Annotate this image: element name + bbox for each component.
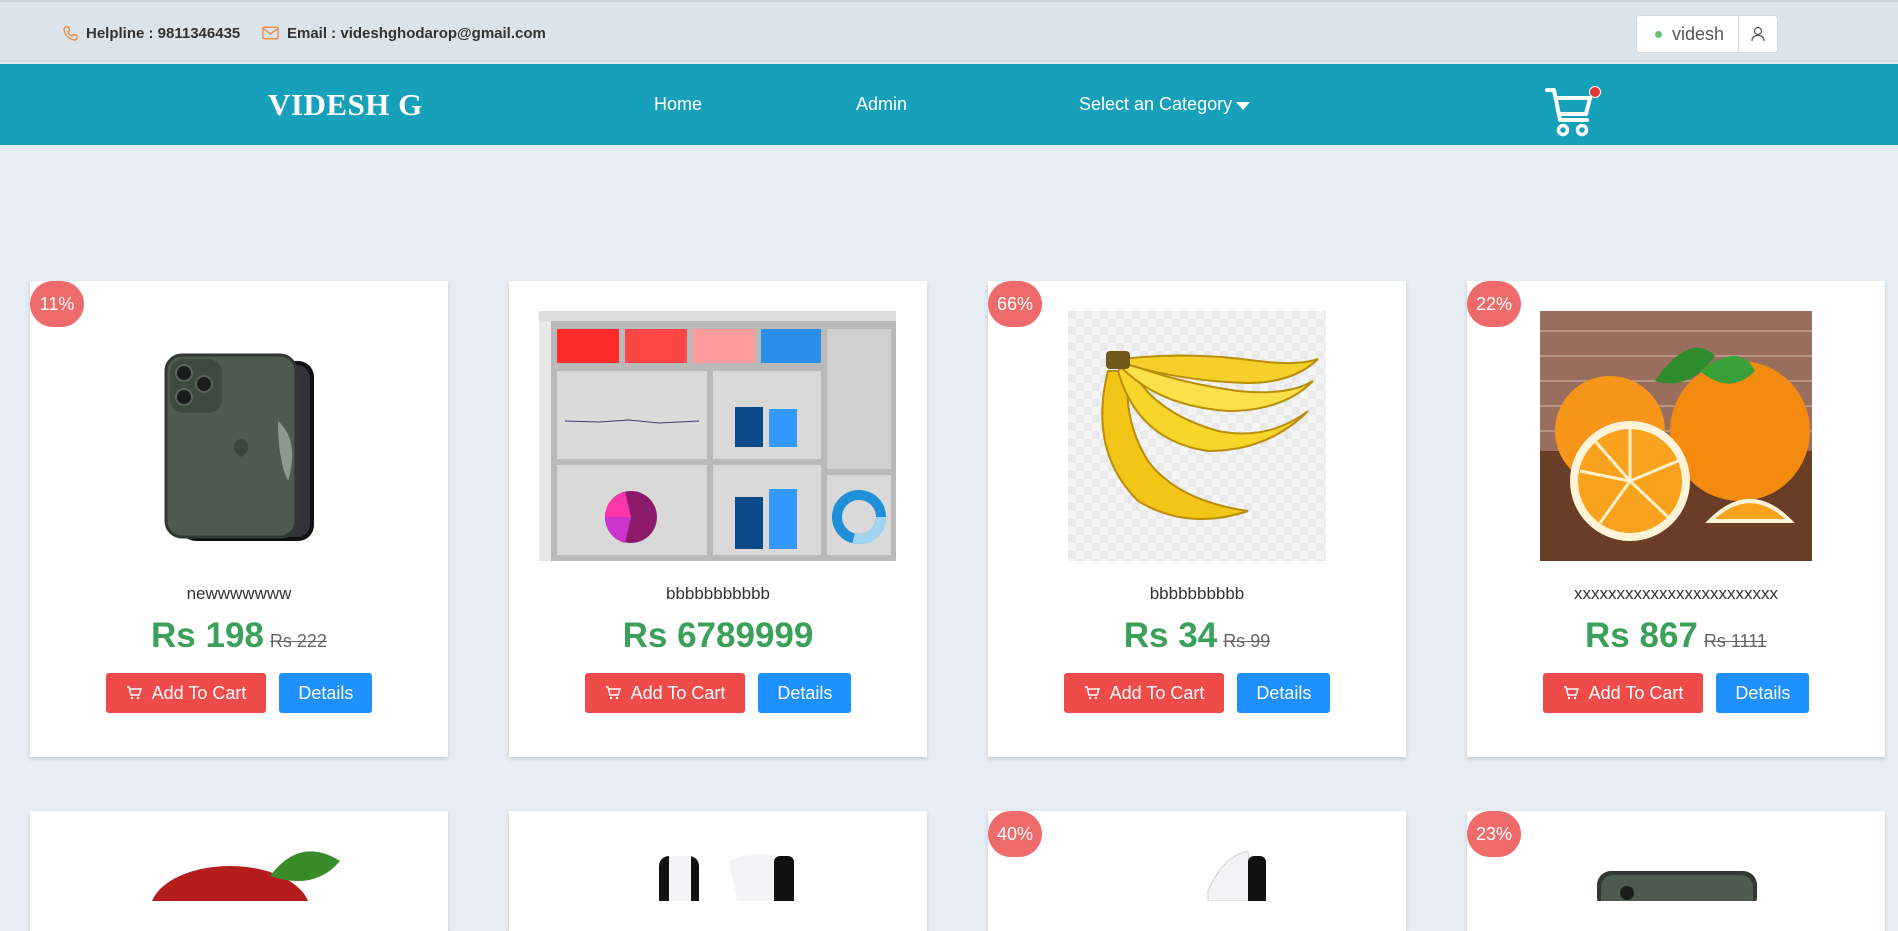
cart-button-icon bbox=[1084, 686, 1100, 700]
top-contact-bar: Helpline : 9811346435 Email : videshghod… bbox=[0, 0, 1898, 62]
product-image[interactable] bbox=[1540, 311, 1812, 561]
console-image[interactable] bbox=[649, 851, 819, 901]
product-price: Rs 198 Rs 222 bbox=[30, 616, 448, 656]
add-to-cart-label: Add To Cart bbox=[1588, 682, 1684, 703]
product-card: 40% bbox=[988, 811, 1406, 931]
product-image[interactable] bbox=[1068, 311, 1326, 561]
cart-count-badge bbox=[1589, 86, 1601, 98]
apple-image[interactable] bbox=[150, 841, 350, 901]
discount-badge: 23% bbox=[1467, 811, 1521, 857]
user-icon bbox=[1751, 26, 1765, 42]
current-price: Rs 867 bbox=[1585, 616, 1698, 655]
main-navbar: VIDESH G Home Admin Select an Category bbox=[0, 64, 1898, 145]
original-price: Rs 99 bbox=[1223, 631, 1271, 651]
add-to-cart-button[interactable]: Add To Cart bbox=[1063, 673, 1225, 713]
phone-image bbox=[164, 353, 314, 541]
card-actions: Add To Cart Details bbox=[1467, 673, 1885, 713]
add-to-cart-label: Add To Cart bbox=[630, 682, 726, 703]
product-image[interactable] bbox=[160, 341, 320, 541]
product-card bbox=[30, 811, 448, 931]
product-name: xxxxxxxxxxxxxxxxxxxxxxxx bbox=[1574, 584, 1778, 603]
product-card: 22% xxxxxxxxxxxxxxxxxxxxxxxx Rs 867 Rs 1… bbox=[1467, 281, 1885, 757]
nav-home[interactable]: Home bbox=[654, 64, 702, 145]
user-name-area[interactable]: videsh bbox=[1637, 16, 1739, 52]
original-price: Rs 1111 bbox=[1703, 631, 1767, 651]
discount-badge: 22% bbox=[1467, 281, 1521, 327]
online-status-dot bbox=[1654, 30, 1662, 38]
cart-button-icon bbox=[126, 686, 142, 700]
product-card: 66% bbbbbbbbbb Rs 34 Rs 99 Add To Cart D… bbox=[988, 281, 1406, 757]
original-price: Rs 222 bbox=[269, 631, 327, 651]
category-dropdown[interactable]: Select an Category bbox=[1079, 64, 1251, 145]
user-menu[interactable]: videsh bbox=[1635, 15, 1778, 53]
cart-button-icon bbox=[1563, 686, 1579, 700]
caret-down-icon bbox=[1236, 101, 1251, 110]
dashboard-image bbox=[539, 311, 896, 561]
discount-badge: 40% bbox=[988, 811, 1042, 857]
current-price: Rs 198 bbox=[151, 616, 264, 655]
product-card: bbbbbbbbbbb Rs 6789999 Add To Cart Detai… bbox=[509, 281, 927, 757]
category-dropdown-label: Select an Category bbox=[1079, 94, 1233, 114]
nav-admin[interactable]: Admin bbox=[856, 64, 907, 145]
add-to-cart-button[interactable]: Add To Cart bbox=[1542, 673, 1704, 713]
phone-icon bbox=[63, 25, 78, 41]
product-card bbox=[509, 811, 927, 931]
mail-icon bbox=[262, 26, 279, 40]
add-to-cart-label: Add To Cart bbox=[1109, 682, 1205, 703]
helpline-text: Helpline : 9811346435 bbox=[86, 24, 241, 42]
card-actions: Add To Cart Details bbox=[509, 673, 927, 713]
product-price: Rs 34 Rs 99 bbox=[988, 616, 1406, 656]
shopping-cart-icon[interactable] bbox=[1545, 84, 1593, 140]
discount-badge: 66% bbox=[988, 281, 1042, 327]
card-actions: Add To Cart Details bbox=[30, 673, 448, 713]
details-button[interactable]: Details bbox=[758, 673, 852, 713]
product-card: 11% newwwwwww Rs 198 Rs 222 Add To Cart … bbox=[30, 281, 448, 757]
current-price: Rs 34 bbox=[1123, 616, 1218, 655]
product-image[interactable] bbox=[539, 311, 896, 561]
helpline: Helpline : 9811346435 bbox=[63, 2, 240, 64]
details-button[interactable]: Details bbox=[279, 673, 373, 713]
product-card: 23% bbox=[1467, 811, 1885, 931]
banana-image bbox=[1068, 311, 1326, 561]
card-actions: Add To Cart Details bbox=[988, 673, 1406, 713]
brand-logo[interactable]: VIDESH G bbox=[268, 64, 423, 145]
current-price: Rs 6789999 bbox=[622, 616, 814, 655]
user-icon-button[interactable] bbox=[1739, 16, 1777, 52]
product-price: Rs 6789999 bbox=[509, 616, 927, 656]
product-name: bbbbbbbbbb bbox=[1149, 584, 1245, 603]
email-text: Email : videshghodarop@gmail.com bbox=[287, 24, 546, 42]
add-to-cart-button[interactable]: Add To Cart bbox=[584, 673, 746, 713]
user-name: videsh bbox=[1671, 23, 1724, 44]
product-name: newwwwwww bbox=[186, 584, 292, 603]
add-to-cart-button[interactable]: Add To Cart bbox=[105, 673, 267, 713]
orange-image bbox=[1540, 311, 1812, 561]
product-price: Rs 867 Rs 1111 bbox=[1467, 616, 1885, 656]
details-button[interactable]: Details bbox=[1716, 673, 1810, 713]
product-name: bbbbbbbbbbb bbox=[665, 584, 770, 603]
console-image[interactable] bbox=[1198, 851, 1278, 901]
email: Email : videshghodarop@gmail.com bbox=[262, 2, 546, 64]
phone-image[interactable] bbox=[1597, 871, 1757, 901]
details-button[interactable]: Details bbox=[1237, 673, 1331, 713]
cart-button-icon bbox=[605, 686, 621, 700]
discount-badge: 11% bbox=[30, 281, 84, 327]
add-to-cart-label: Add To Cart bbox=[151, 682, 247, 703]
